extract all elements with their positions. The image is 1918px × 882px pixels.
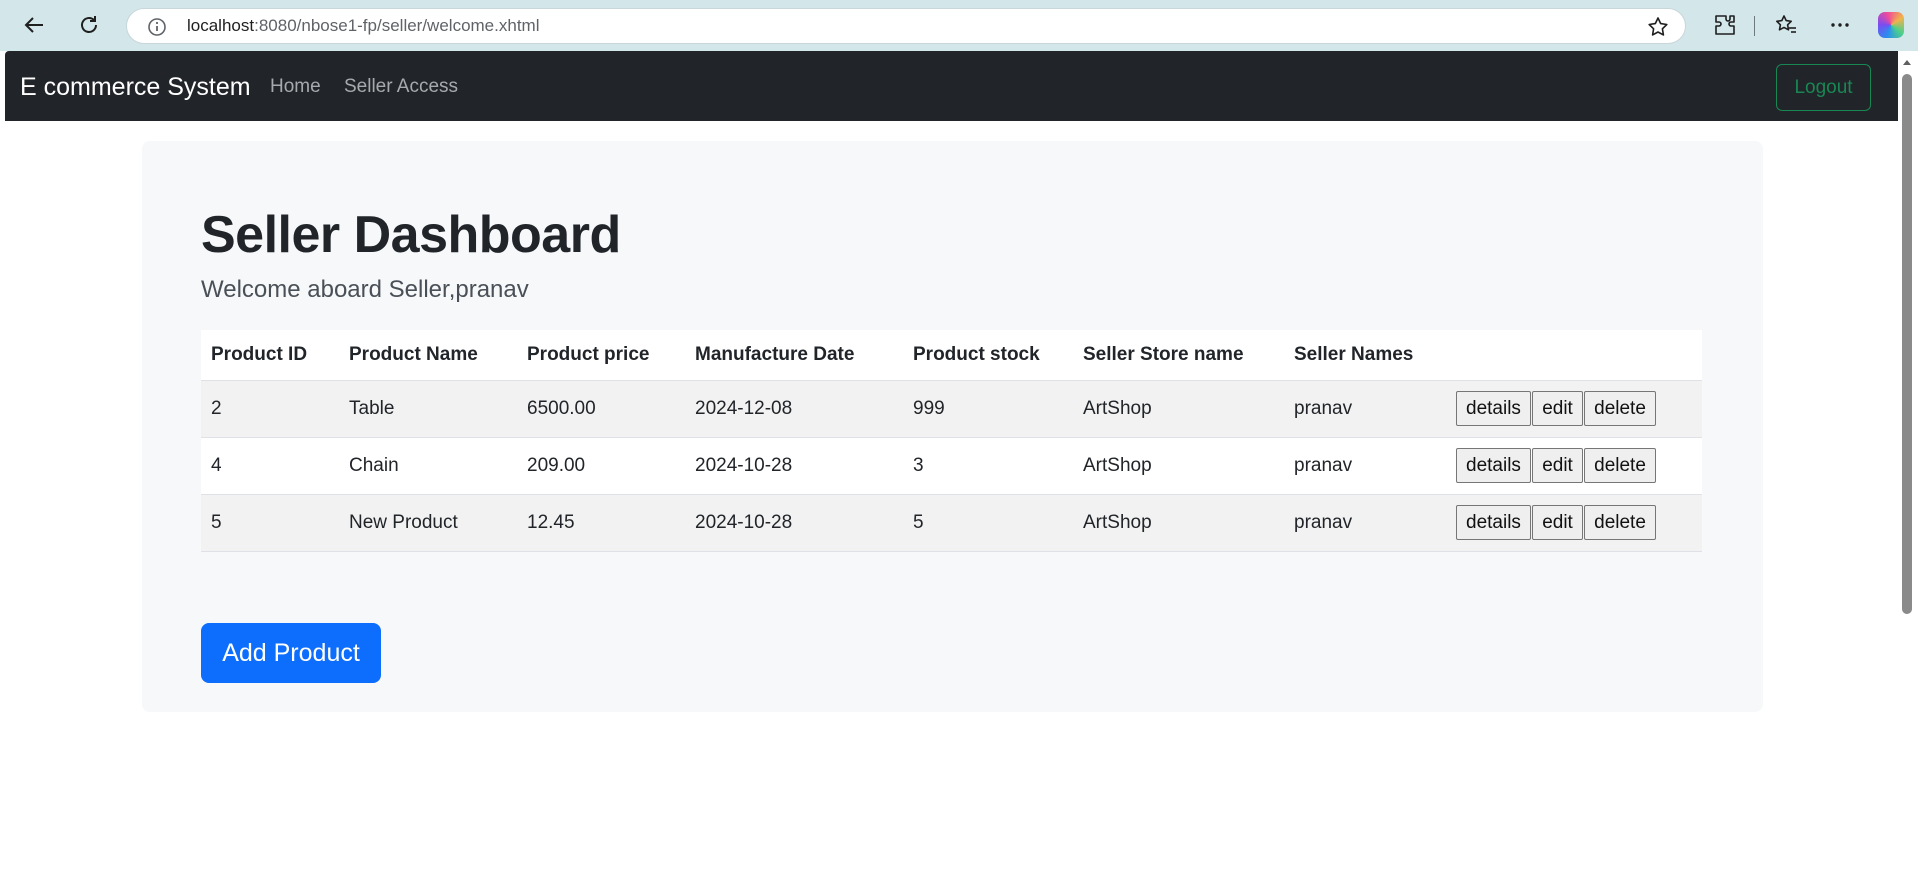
table-header-row: Product ID Product Name Product price Ma… — [201, 330, 1702, 381]
cell-product-stock: 5 — [903, 494, 1073, 552]
cell-product-name: Table — [339, 380, 517, 438]
welcome-text: Welcome aboard Seller,pranav — [201, 276, 529, 303]
page-title: Seller Dashboard — [201, 206, 621, 264]
extensions-icon[interactable] — [1712, 12, 1738, 38]
cell-seller-name: pranav — [1284, 437, 1446, 495]
site-info-icon[interactable] — [147, 17, 167, 37]
col-manufacture-date: Manufacture Date — [685, 330, 903, 381]
edit-button[interactable]: edit — [1532, 505, 1583, 540]
cell-manufacture-date: 2024-10-28 — [685, 494, 903, 552]
url-host: localhost — [187, 16, 255, 35]
cell-product-stock: 999 — [903, 380, 1073, 438]
col-product-name: Product Name — [339, 330, 517, 381]
delete-button[interactable]: delete — [1584, 505, 1656, 540]
cell-actions: details edit delete — [1446, 494, 1702, 552]
cell-actions: details edit delete — [1446, 380, 1702, 438]
edit-button[interactable]: edit — [1532, 391, 1583, 426]
favorites-icon[interactable] — [1773, 12, 1799, 38]
col-seller-names: Seller Names — [1284, 330, 1446, 381]
toolbar-divider — [1754, 16, 1755, 36]
col-actions — [1446, 330, 1702, 381]
scroll-up-arrow-icon[interactable] — [1900, 55, 1914, 69]
products-table: Product ID Product Name Product price Ma… — [201, 330, 1702, 552]
copilot-icon[interactable] — [1878, 12, 1904, 38]
cell-product-stock: 3 — [903, 437, 1073, 495]
add-product-button[interactable]: Add Product — [201, 623, 381, 683]
nav-seller-access-link[interactable]: Seller Access — [344, 51, 458, 123]
cell-manufacture-date: 2024-12-08 — [685, 380, 903, 438]
url-text[interactable]: localhost:8080/nbose1-fp/seller/welcome.… — [187, 9, 539, 43]
dashboard-panel: Seller Dashboard Welcome aboard Seller,p… — [142, 141, 1763, 712]
url-path: :8080/nbose1-fp/seller/welcome.xhtml — [254, 16, 540, 35]
address-bar[interactable]: localhost:8080/nbose1-fp/seller/welcome.… — [126, 8, 1686, 44]
delete-button[interactable]: delete — [1584, 391, 1656, 426]
cell-store-name: ArtShop — [1073, 437, 1284, 495]
details-button[interactable]: details — [1456, 391, 1531, 426]
table-row: 5 New Product 12.45 2024-10-28 5 ArtShop… — [201, 494, 1702, 552]
brand-link[interactable]: E commerce System — [20, 51, 251, 123]
favorite-star-icon[interactable] — [1647, 16, 1669, 38]
cell-product-id: 2 — [201, 380, 339, 438]
nav-home-link[interactable]: Home — [270, 51, 321, 123]
refresh-icon[interactable] — [72, 8, 106, 42]
cell-manufacture-date: 2024-10-28 — [685, 437, 903, 495]
cell-product-id: 5 — [201, 494, 339, 552]
cell-seller-name: pranav — [1284, 494, 1446, 552]
app-navbar: E commerce System Home Seller Access Log… — [5, 51, 1898, 121]
table-row: 4 Chain 209.00 2024-10-28 3 ArtShop pran… — [201, 437, 1702, 495]
details-button[interactable]: details — [1456, 448, 1531, 483]
cell-product-id: 4 — [201, 437, 339, 495]
col-product-stock: Product stock — [903, 330, 1073, 381]
cell-product-price: 12.45 — [517, 494, 685, 552]
cell-product-price: 209.00 — [517, 437, 685, 495]
cell-store-name: ArtShop — [1073, 494, 1284, 552]
logout-button[interactable]: Logout — [1776, 64, 1871, 111]
cell-product-name: New Product — [339, 494, 517, 552]
cell-seller-name: pranav — [1284, 380, 1446, 438]
scrollbar-thumb[interactable] — [1902, 74, 1912, 614]
cell-product-price: 6500.00 — [517, 380, 685, 438]
page-viewport: E commerce System Home Seller Access Log… — [5, 51, 1898, 882]
cell-store-name: ArtShop — [1073, 380, 1284, 438]
delete-button[interactable]: delete — [1584, 448, 1656, 483]
table-row: 2 Table 6500.00 2024-12-08 999 ArtShop p… — [201, 380, 1702, 438]
details-button[interactable]: details — [1456, 505, 1531, 540]
back-icon[interactable] — [17, 8, 51, 42]
edit-button[interactable]: edit — [1532, 448, 1583, 483]
col-product-price: Product price — [517, 330, 685, 381]
col-seller-store-name: Seller Store name — [1073, 330, 1284, 381]
more-menu-icon[interactable] — [1827, 12, 1853, 38]
cell-actions: details edit delete — [1446, 437, 1702, 495]
cell-product-name: Chain — [339, 437, 517, 495]
col-product-id: Product ID — [201, 330, 339, 381]
